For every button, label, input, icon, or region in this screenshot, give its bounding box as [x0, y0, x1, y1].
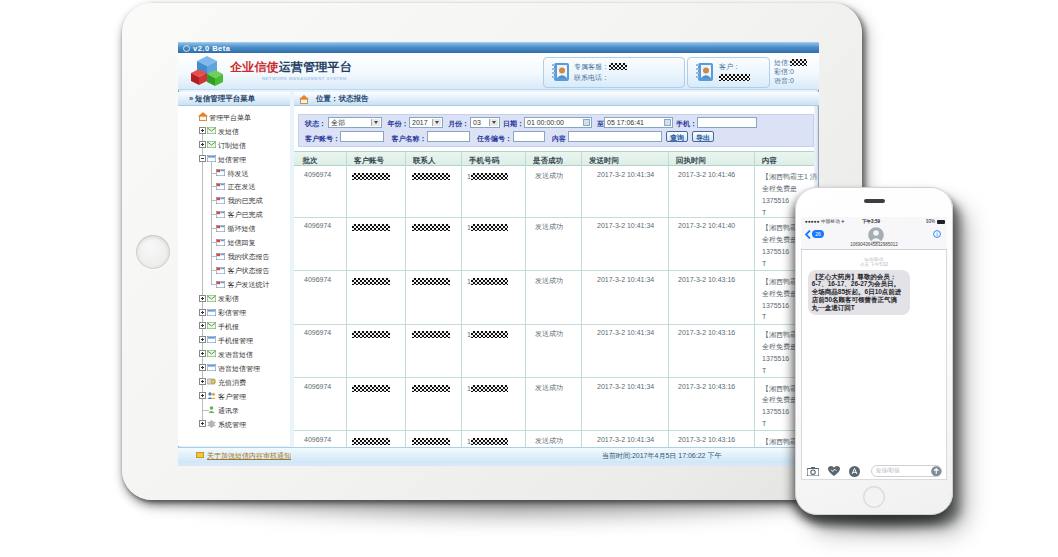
svg-text:i: i: [936, 231, 938, 237]
